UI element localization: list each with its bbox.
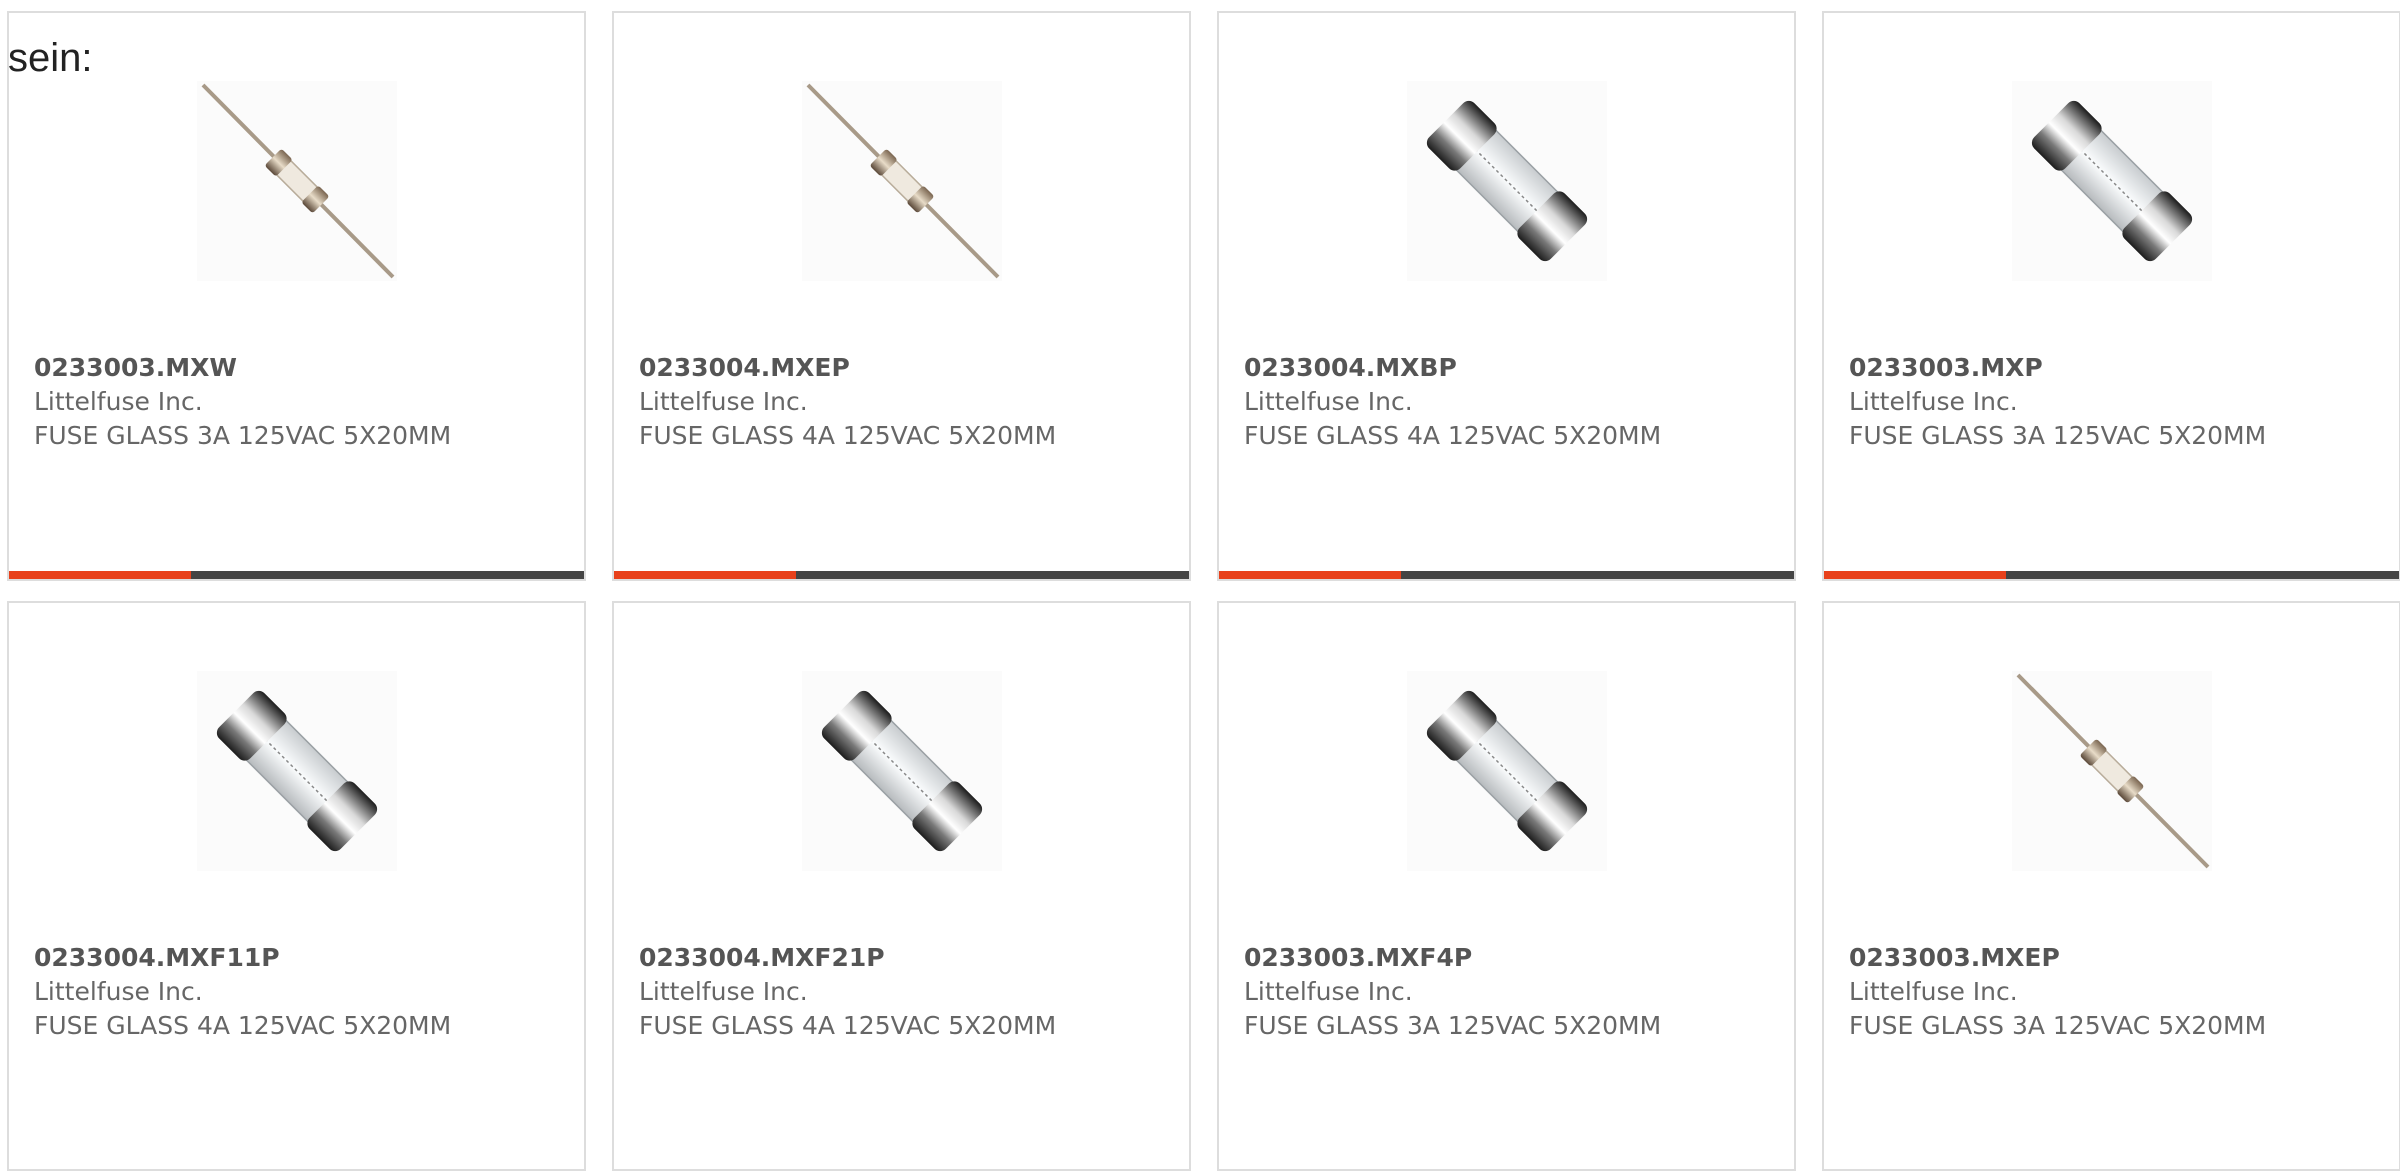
product-info: 0233004.MXF11P Littelfuse Inc. FUSE GLAS… [34,941,574,1043]
product-image[interactable] [197,671,397,871]
product-info: 0233003.MXW Littelfuse Inc. FUSE GLASS 3… [34,351,574,453]
part-number[interactable]: 0233004.MXF21P [639,941,1179,975]
card-bar-accent [614,571,796,579]
cartridge-fuse-icon [821,690,983,852]
product-info: 0233004.MXBP Littelfuse Inc. FUSE GLASS … [1244,351,1784,453]
product-image[interactable] [1407,81,1607,281]
part-number[interactable]: 0233004.MXBP [1244,351,1784,385]
manufacturer: Littelfuse Inc. [1244,977,1413,1006]
product-card[interactable]: 0233003.MXW Littelfuse Inc. FUSE GLASS 3… [7,11,586,581]
card-bar-accent [1219,571,1401,579]
manufacturer: Littelfuse Inc. [1849,977,2018,1006]
product-card[interactable]: 0233003.MXF4P Littelfuse Inc. FUSE GLASS… [1217,601,1796,1171]
product-description: FUSE GLASS 4A 125VAC 5X20MM [34,1011,452,1040]
cartridge-fuse-icon [1426,690,1588,852]
product-info: 0233003.MXEP Littelfuse Inc. FUSE GLASS … [1849,941,2389,1043]
product-card[interactable]: 0233003.MXP Littelfuse Inc. FUSE GLASS 3… [1822,11,2400,581]
product-card[interactable]: 0233003.MXEP Littelfuse Inc. FUSE GLASS … [1822,601,2400,1171]
axial-fuse-icon [201,83,395,279]
product-description: FUSE GLASS 3A 125VAC 5X20MM [1849,421,2267,450]
axial-fuse-icon [806,83,1000,279]
manufacturer: Littelfuse Inc. [1849,387,2018,416]
card-bar-accent [1824,571,2006,579]
card-bar [1824,571,2399,579]
manufacturer: Littelfuse Inc. [639,977,808,1006]
product-card[interactable]: 0233004.MXEP Littelfuse Inc. FUSE GLASS … [612,11,1191,581]
cartridge-fuse-icon [2031,100,2193,262]
manufacturer: Littelfuse Inc. [1244,387,1413,416]
part-number[interactable]: 0233003.MXP [1849,351,2389,385]
product-info: 0233003.MXP Littelfuse Inc. FUSE GLASS 3… [1849,351,2389,453]
card-bar-accent [9,571,191,579]
product-info: 0233004.MXF21P Littelfuse Inc. FUSE GLAS… [639,941,1179,1043]
part-number[interactable]: 0233003.MXEP [1849,941,2389,975]
part-number[interactable]: 0233003.MXF4P [1244,941,1784,975]
product-image[interactable] [2012,671,2212,871]
product-image[interactable] [802,81,1002,281]
product-card[interactable]: 0233004.MXBP Littelfuse Inc. FUSE GLASS … [1217,11,1796,581]
card-bar [1219,571,1794,579]
product-image[interactable] [1407,671,1607,871]
part-number[interactable]: 0233004.MXEP [639,351,1179,385]
manufacturer: Littelfuse Inc. [34,387,203,416]
product-grid: 0233003.MXW Littelfuse Inc. FUSE GLASS 3… [7,11,2400,1171]
product-card[interactable]: 0233004.MXF21P Littelfuse Inc. FUSE GLAS… [612,601,1191,1171]
product-image[interactable] [197,81,397,281]
part-number[interactable]: 0233003.MXW [34,351,574,385]
product-info: 0233004.MXEP Littelfuse Inc. FUSE GLASS … [639,351,1179,453]
product-description: FUSE GLASS 3A 125VAC 5X20MM [1244,1011,1662,1040]
product-description: FUSE GLASS 3A 125VAC 5X20MM [1849,1011,2267,1040]
product-description: FUSE GLASS 4A 125VAC 5X20MM [639,1011,1057,1040]
cartridge-fuse-icon [1426,100,1588,262]
product-image[interactable] [2012,81,2212,281]
card-bar [614,571,1189,579]
axial-fuse-icon [2016,673,2210,869]
product-info: 0233003.MXF4P Littelfuse Inc. FUSE GLASS… [1244,941,1784,1043]
product-description: FUSE GLASS 4A 125VAC 5X20MM [639,421,1057,450]
product-description: FUSE GLASS 4A 125VAC 5X20MM [1244,421,1662,450]
intro-text: sein: [8,36,93,80]
part-number[interactable]: 0233004.MXF11P [34,941,574,975]
card-bar [9,571,584,579]
cartridge-fuse-icon [216,690,378,852]
product-description: FUSE GLASS 3A 125VAC 5X20MM [34,421,452,450]
product-card[interactable]: 0233004.MXF11P Littelfuse Inc. FUSE GLAS… [7,601,586,1171]
manufacturer: Littelfuse Inc. [34,977,203,1006]
manufacturer: Littelfuse Inc. [639,387,808,416]
product-image[interactable] [802,671,1002,871]
